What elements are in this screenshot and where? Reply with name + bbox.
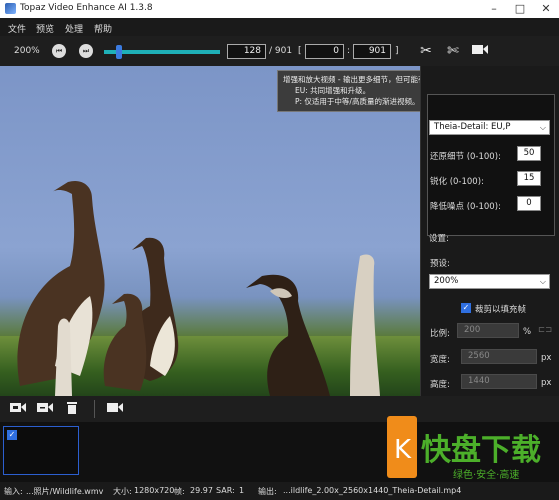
- close-button[interactable]: ✕: [535, 1, 557, 17]
- param-input-sharpen[interactable]: 15: [517, 171, 541, 186]
- zoom-level[interactable]: 200%: [14, 46, 40, 56]
- video-thumbnail[interactable]: ✓: [3, 426, 79, 475]
- timeline-slider-thumb[interactable]: [116, 45, 122, 59]
- range-end-input[interactable]: 901: [353, 44, 391, 59]
- scale-label: 比例:: [430, 329, 450, 339]
- preview-birds-image: [17, 180, 380, 396]
- minimize-button[interactable]: –: [483, 1, 505, 17]
- scale-unit: %: [523, 327, 532, 337]
- crop-label: 裁剪以填充帧: [475, 305, 527, 315]
- size-value: 1280x720: [134, 486, 175, 495]
- watermark-logo: K 快盘下载 绿色·安全·高速: [385, 414, 559, 484]
- model-select-value: Theia-Detail: EU,P: [434, 122, 511, 132]
- output-file: ...ildlife_2.00x_2560x1440_Theia-Detail.…: [283, 486, 462, 495]
- settings-title: 设置:: [429, 234, 449, 244]
- fps-label: 帧:: [174, 487, 185, 496]
- video-preview[interactable]: [0, 66, 420, 396]
- menu-file[interactable]: 文件: [8, 22, 26, 35]
- title-bar: Topaz Video Enhance AI 1.3.8 – □ ✕: [0, 0, 559, 18]
- preset-select[interactable]: 200% ⌵: [429, 274, 550, 289]
- output-label: 输出:: [258, 487, 277, 496]
- range-bracket-open: [: [298, 46, 302, 56]
- svg-text:K: K: [394, 435, 412, 465]
- menu-process[interactable]: 处理: [65, 22, 83, 35]
- link-icon[interactable]: ⊏⊐: [538, 325, 552, 335]
- add-video-icon[interactable]: [9, 400, 27, 418]
- toolbar-divider: [94, 400, 95, 418]
- height-unit: px: [541, 378, 552, 388]
- thumbnail-checkbox[interactable]: ✓: [7, 430, 17, 440]
- status-bar: 输入: ...照片/Wildlife.wmv 大小: 1280x720 帧: 2…: [0, 482, 559, 500]
- range-separator: :: [347, 46, 351, 56]
- range-bracket-close: ]: [395, 46, 399, 56]
- input-file: ...照片/Wildlife.wmv: [26, 487, 104, 496]
- app-logo-icon: [5, 3, 16, 14]
- remove-video-icon[interactable]: [36, 400, 54, 418]
- size-label: 大小:: [113, 487, 132, 496]
- total-frames: / 901: [269, 46, 293, 56]
- watermark-brand: 快盘下载: [421, 433, 541, 468]
- menu-help[interactable]: 帮助: [94, 22, 112, 35]
- settings-panel: Theia-Detail: EU,P ⌵ 还原细节 (0-100): 50 锐化…: [420, 66, 559, 396]
- param-input-detail[interactable]: 50: [517, 146, 541, 161]
- model-select[interactable]: Theia-Detail: EU,P ⌵: [429, 120, 550, 135]
- crop-checkbox[interactable]: ✓: [461, 303, 471, 313]
- sar-value: 1: [239, 486, 245, 495]
- scale-input[interactable]: 200: [457, 323, 519, 338]
- range-start-input[interactable]: 0: [305, 44, 344, 59]
- scissors-icon[interactable]: ✂: [417, 42, 435, 60]
- chevron-down-icon: ⌵: [539, 277, 546, 286]
- width-input[interactable]: 2560: [461, 349, 537, 364]
- trash-icon[interactable]: [63, 400, 81, 418]
- width-label: 宽度:: [430, 355, 450, 365]
- cut-range-icon[interactable]: ✄: [444, 42, 462, 60]
- height-label: 高度:: [430, 380, 450, 390]
- fps-value: 29.97: [190, 486, 213, 495]
- param-label-denoise: 降低噪点 (0-100):: [430, 202, 501, 212]
- preview-camera-icon[interactable]: [106, 400, 124, 418]
- menu-bar: 文件 预览 处理 帮助: [0, 18, 559, 36]
- current-frame-input[interactable]: 128: [227, 44, 266, 59]
- menu-preview[interactable]: 预览: [36, 22, 54, 35]
- skip-forward-icon[interactable]: ⏭: [79, 44, 93, 58]
- height-input[interactable]: 1440: [461, 374, 537, 389]
- preset-label: 预设:: [430, 259, 450, 269]
- skip-back-icon[interactable]: ⏮: [52, 44, 66, 58]
- maximize-button[interactable]: □: [509, 1, 531, 17]
- param-label-detail: 还原细节 (0-100):: [430, 152, 501, 162]
- sar-label: SAR:: [216, 486, 235, 495]
- watermark-tagline: 绿色·安全·高速: [453, 468, 519, 481]
- chevron-down-icon: ⌵: [539, 123, 546, 132]
- preset-select-value: 200%: [434, 276, 459, 286]
- toolbar: 200% ⏮ ⏭ 128 / 901 [ 0 : 901 ] ✂ ✄: [0, 36, 559, 66]
- model-group: [427, 94, 555, 236]
- param-input-denoise[interactable]: 0: [517, 196, 541, 211]
- window-title: Topaz Video Enhance AI 1.3.8: [20, 3, 153, 13]
- width-unit: px: [541, 353, 552, 363]
- param-label-sharpen: 锐化 (0-100):: [430, 177, 484, 187]
- input-label: 输入:: [4, 487, 23, 496]
- camera-icon[interactable]: [471, 42, 489, 60]
